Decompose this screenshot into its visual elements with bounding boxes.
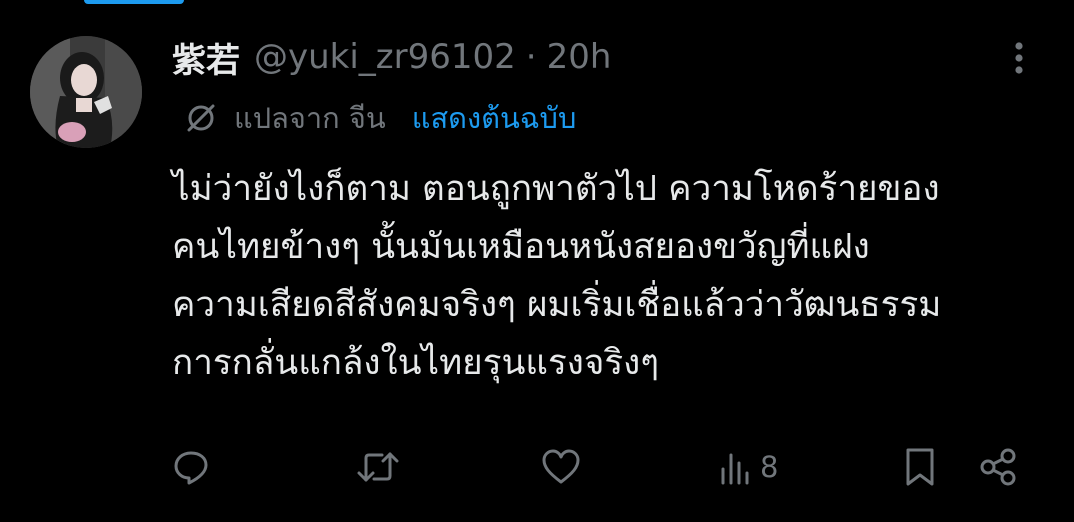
more-vertical-icon — [1015, 42, 1023, 74]
like-button[interactable] — [541, 444, 581, 490]
top-tab-indicator — [84, 0, 184, 4]
display-name[interactable]: 紫若 — [172, 33, 240, 82]
views-count: 8 — [760, 450, 779, 484]
share-button[interactable] — [978, 444, 1018, 490]
tweet-text-line: ความเสียดสีสังคมจริงๆ ผมเริ่มเชื่อแล้วว่… — [172, 285, 942, 325]
views-icon — [721, 453, 749, 485]
separator-dot: · — [525, 37, 537, 77]
heart-icon — [542, 449, 580, 484]
bookmark-button[interactable] — [903, 444, 937, 490]
retweet-button[interactable] — [356, 444, 400, 490]
tweet-text-line: คนไทยข้างๆ นั้นมันเหมือนหนังสยองขวัญที่แ… — [172, 227, 870, 267]
show-original-link[interactable]: แสดงต้นฉบับ — [412, 95, 577, 141]
avatar[interactable] — [30, 36, 142, 148]
tweet-text-line: การกลั่นแกล้งในไทยรุนแรงจริงๆ — [172, 343, 660, 383]
tweet-actions-bar: 8 — [0, 444, 1074, 490]
translation-bar: แปลจาก จีน แสดงต้นฉบับ — [184, 98, 576, 138]
translated-from-label: แปลจาก จีน — [234, 101, 386, 135]
tweet-header: 紫若 @yuki_zr96102 · 20h — [172, 33, 612, 82]
retweet-icon — [357, 452, 399, 482]
bookmark-icon — [906, 448, 934, 486]
avatar-image — [30, 36, 142, 148]
views-button[interactable]: 8 — [718, 444, 778, 490]
tweet-text-line: ไม่ว่ายังไงก็ตาม ตอนถูกพาตัวไป ความโหดร้… — [172, 169, 940, 209]
more-options-button[interactable] — [1004, 40, 1034, 76]
translate-icon — [184, 101, 218, 135]
share-icon — [980, 448, 1016, 486]
user-handle[interactable]: @yuki_zr96102 — [254, 37, 516, 77]
tweet-text: ไม่ว่ายังไงก็ตาม ตอนถูกพาตัวไป ความโหดร้… — [172, 160, 1052, 392]
reply-button[interactable] — [172, 444, 210, 490]
reply-icon — [174, 451, 208, 485]
timestamp[interactable]: 20h — [547, 37, 612, 77]
